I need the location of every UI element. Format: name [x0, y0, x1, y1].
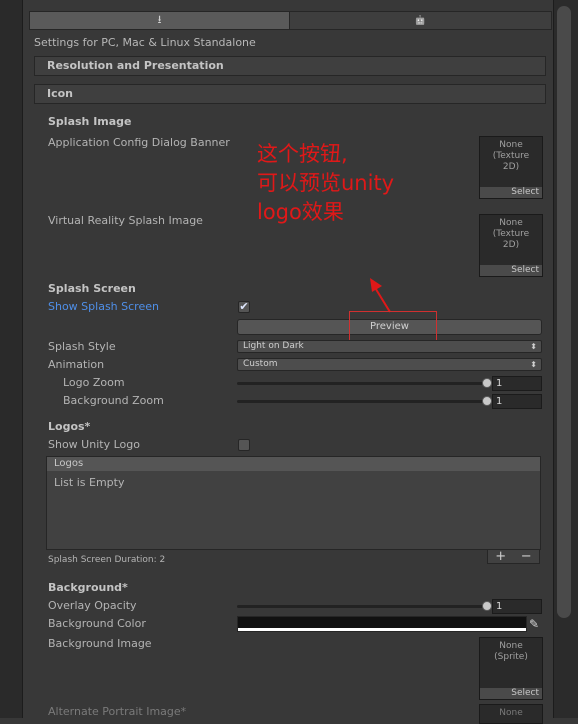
texture-type-text: (Texture 2D): [492, 151, 530, 172]
logo-zoom-slider-thumb[interactable]: [482, 378, 492, 388]
list-add-remove-buttons: + −: [487, 549, 540, 564]
background-image-slot[interactable]: None (Sprite) Select: [479, 637, 543, 700]
sprite-type-text: (Sprite): [494, 652, 528, 662]
overlay-opacity-label: Overlay Opacity: [48, 599, 137, 612]
background-color-label: Background Color: [48, 617, 146, 630]
app-config-banner-slot[interactable]: None (Texture 2D) Select: [479, 136, 543, 199]
background-image-label: Background Image: [48, 637, 152, 650]
remove-button[interactable]: −: [521, 549, 532, 564]
download-icon: ⭳: [157, 13, 162, 26]
texture-none-text: None: [499, 218, 523, 228]
alternate-portrait-label: Alternate Portrait Image*: [48, 705, 187, 718]
texture-type-text: (Texture 2D): [492, 229, 530, 250]
settings-for-label: Settings for PC, Mac & Linux Standalone: [34, 36, 256, 49]
texture-none-text: None: [499, 140, 523, 150]
overlay-opacity-field[interactable]: 1: [492, 599, 542, 614]
window-left-edge: [0, 0, 23, 718]
vr-splash-label: Virtual Reality Splash Image: [48, 214, 203, 227]
logo-zoom-slider[interactable]: [237, 382, 487, 385]
logos-header: Logos*: [48, 420, 91, 433]
annotation-text: 这个按钮, 可以预览unity logo效果: [257, 140, 394, 227]
annotation-arrow-icon: [370, 278, 391, 313]
show-unity-logo-label: Show Unity Logo: [48, 438, 140, 451]
app-config-banner-label: Application Config Dialog Banner: [48, 136, 230, 149]
android-icon: 🤖: [414, 15, 427, 26]
annotation-line-3: logo效果: [257, 200, 344, 224]
logos-list-header: Logos: [47, 457, 540, 471]
show-splash-label: Show Splash Screen: [48, 300, 159, 313]
background-zoom-slider[interactable]: [237, 400, 487, 403]
vr-splash-slot[interactable]: None (Texture 2D) Select: [479, 214, 543, 277]
add-button[interactable]: +: [495, 549, 506, 564]
show-splash-checkbox[interactable]: ✔: [238, 301, 250, 313]
background-color-alpha-bar: [238, 628, 526, 631]
eyedropper-icon[interactable]: ✎: [529, 616, 542, 632]
background-zoom-label: Background Zoom: [63, 394, 164, 407]
select-button[interactable]: Select: [480, 688, 542, 699]
section-icon[interactable]: Icon: [34, 84, 546, 104]
overlay-opacity-slider[interactable]: [237, 605, 487, 608]
splash-screen-header: Splash Screen: [48, 282, 136, 295]
animation-dropdown[interactable]: Custom ⬍: [237, 358, 542, 371]
tab-android[interactable]: 🤖: [289, 11, 552, 30]
sprite-none-text: None: [499, 641, 523, 651]
animation-label: Animation: [48, 358, 105, 371]
background-header: Background*: [48, 581, 128, 594]
section-resolution[interactable]: Resolution and Presentation: [34, 56, 546, 76]
select-button[interactable]: Select: [480, 265, 542, 276]
alt-none-text: None: [499, 708, 523, 718]
tab-standalone[interactable]: ⭳: [29, 11, 290, 30]
alternate-portrait-slot[interactable]: None: [479, 704, 543, 724]
dropdown-arrow-icon: ⬍: [530, 342, 537, 351]
background-zoom-slider-thumb[interactable]: [482, 396, 492, 406]
annotation-line-2: 可以预览unity: [257, 171, 395, 195]
dropdown-arrow-icon: ⬍: [530, 360, 537, 369]
preview-highlight-box: [349, 311, 437, 341]
annotation-line-1: 这个按钮,: [257, 142, 348, 166]
show-unity-logo-checkbox[interactable]: [238, 439, 250, 451]
logo-zoom-label: Logo Zoom: [63, 376, 125, 389]
background-zoom-field[interactable]: 1: [492, 394, 542, 409]
list-empty-text: List is Empty: [54, 476, 125, 489]
select-button[interactable]: Select: [480, 187, 542, 198]
overlay-opacity-slider-thumb[interactable]: [482, 601, 492, 611]
splash-duration-label: Splash Screen Duration: 2: [48, 555, 166, 565]
splash-style-value: Light on Dark: [243, 341, 304, 351]
animation-value: Custom: [243, 359, 278, 369]
scrollbar-thumb[interactable]: [557, 6, 571, 618]
splash-style-label: Splash Style: [48, 340, 116, 353]
logo-zoom-field[interactable]: 1: [492, 376, 542, 391]
splash-style-dropdown[interactable]: Light on Dark ⬍: [237, 340, 542, 353]
section-splash-image[interactable]: Splash Image: [48, 115, 132, 128]
